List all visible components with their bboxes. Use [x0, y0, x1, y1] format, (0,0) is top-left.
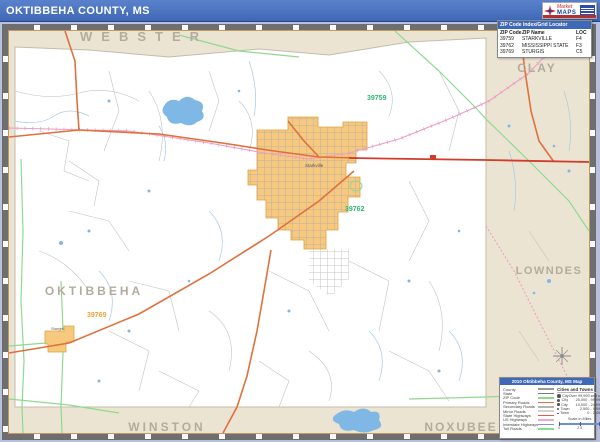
county-shape-oktibbeha: [15, 38, 486, 407]
county-label-lowndes: LOWNDES: [516, 265, 583, 277]
scale-bar: Scale in Miles 0 2.5 5: [557, 417, 600, 430]
city-dot: [557, 408, 559, 410]
county-label-noxubee: NOXUBEE: [424, 420, 497, 433]
cities-header: Cities and Towns: [557, 387, 600, 393]
city-label-starkville: Starkville: [305, 163, 324, 168]
map-canvas: WEBSTER CLAY OKTIBBEHA LOWNDES WINSTON N…: [8, 30, 590, 434]
zip-label-39759: 39759: [367, 95, 387, 102]
zip-row-code: 39769: [500, 49, 522, 55]
city-size-row: Town0 - 2,499: [557, 411, 600, 415]
logo-strip: [543, 15, 596, 18]
page-title: OKTIBBEHA COUNTY, MS: [6, 5, 150, 17]
zip-row-name: STURGIS: [522, 49, 576, 55]
legend-swatch: [538, 393, 554, 395]
county-map: WEBSTER CLAY OKTIBBEHA LOWNDES WINSTON N…: [9, 31, 589, 433]
legend-body: County State ZIP Code Primary Roads Seco…: [500, 385, 594, 432]
legend-swatch: [538, 428, 554, 430]
zip-index-table: ZIP Code ZIP Name LOC 39759 STARKVILLE F…: [498, 29, 591, 57]
zip-index-header: ZIP Code Index/Grid Locator: [498, 21, 591, 29]
legend-line-types: County State ZIP Code Primary Roads Seco…: [503, 387, 554, 431]
zip-label-39762: 39762: [345, 206, 365, 213]
zip-index-box: ZIP Code Index/Grid Locator ZIP Code ZIP…: [497, 20, 592, 58]
legend-swatch: [538, 424, 554, 426]
county-label-clay: CLAY: [517, 61, 557, 75]
legend-swatch: [538, 415, 554, 417]
county-label-oktibbeha: OKTIBBEHA: [45, 284, 143, 298]
scale-ticks: 0 2.5 5: [557, 426, 600, 430]
zip-label-39769: 39769: [87, 312, 107, 319]
legend-item: Toll Roads: [503, 427, 554, 431]
county-label-webster: WEBSTER: [80, 31, 208, 44]
city-dot: [557, 403, 560, 406]
title-bar: OKTIBBEHA COUNTY, MS: [0, 0, 600, 22]
county-label-winston: WINSTON: [128, 420, 205, 433]
zip-row-loc: C5: [576, 49, 591, 55]
legend-title: 2010 Oktibbeha County, MS Map: [500, 378, 594, 385]
legend-swatch: [538, 419, 554, 421]
city-dot: [557, 394, 561, 398]
marketmaps-logo: Market MAPS: [542, 2, 597, 19]
legend-swatch: [538, 402, 554, 404]
legend-swatch: [538, 397, 554, 399]
legend-swatch: [538, 388, 554, 390]
city-label-sturgis: Sturgis: [51, 326, 63, 331]
highway-shield: [430, 155, 436, 159]
city-dot: [557, 413, 559, 415]
scale-label: Scale in Miles: [557, 417, 600, 421]
legend-cities: Cities and Towns CityOver 99,999 and up …: [557, 387, 600, 431]
city-dot: [557, 399, 560, 402]
map-legend: 2010 Oktibbeha County, MS Map County Sta…: [499, 377, 595, 439]
legend-swatch: [538, 406, 554, 408]
legend-swatch: [538, 410, 554, 412]
